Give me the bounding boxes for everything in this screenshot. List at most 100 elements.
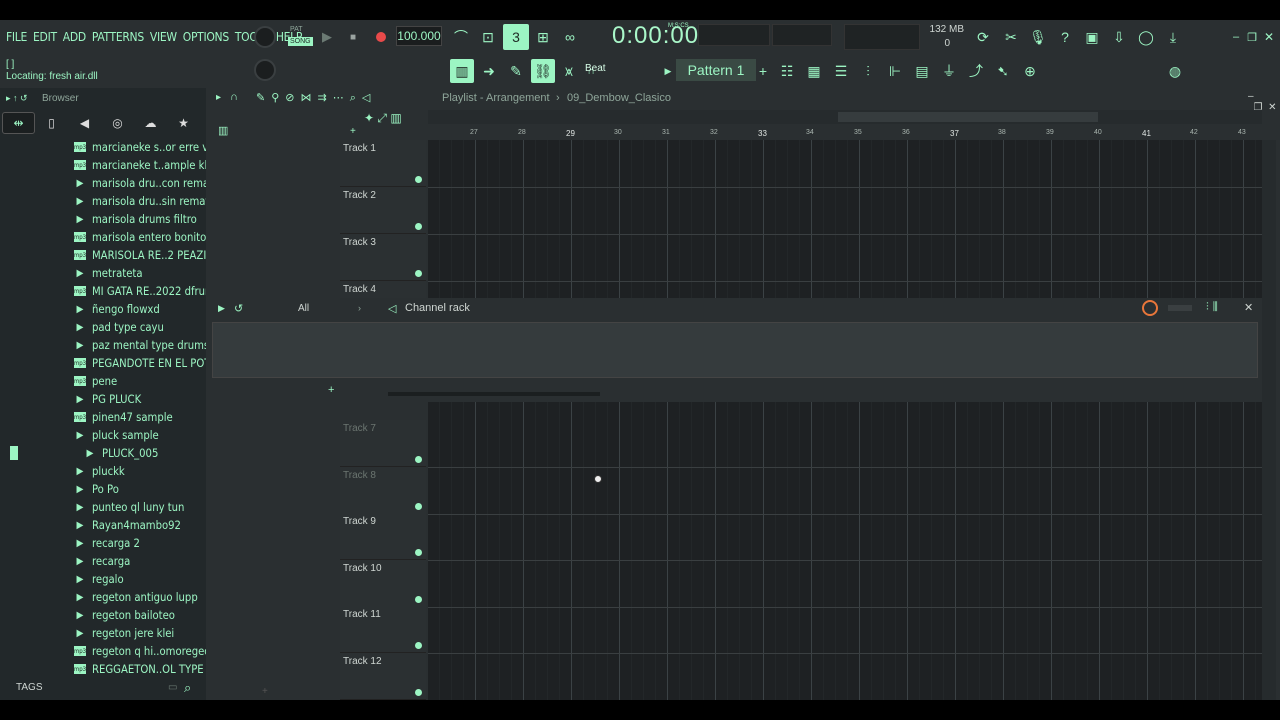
channel-rack-icon[interactable]: ☰ xyxy=(830,60,852,82)
swing-slider[interactable] xyxy=(1168,305,1192,311)
track-mute-led[interactable] xyxy=(415,502,422,510)
menu-view[interactable]: VIEW xyxy=(150,30,177,44)
master-volume-knob[interactable] xyxy=(254,26,276,48)
snap-selector[interactable]: Beat xyxy=(585,63,606,74)
tempo-display[interactable]: 100.000 xyxy=(396,26,442,46)
list-item[interactable]: mp3 marisola entero bonito xyxy=(74,228,206,246)
list-item[interactable]: mp3 regeton q hi..omoregeotn xyxy=(74,642,206,660)
track-header[interactable]: Track 10 xyxy=(340,559,426,607)
channel-undo-icon[interactable]: ↺ xyxy=(234,302,243,315)
save-icon[interactable]: ▣ xyxy=(1081,26,1103,48)
list-item[interactable]: ▶ marisola drums filtro xyxy=(74,210,206,228)
list-item[interactable]: ▶ PLUCK_005 xyxy=(74,444,206,462)
magnet-icon[interactable]: ∩ xyxy=(230,91,238,103)
folder-icon[interactable]: ▭ xyxy=(168,682,177,693)
shop-icon[interactable]: ⊕ xyxy=(1019,60,1041,82)
track-header[interactable]: Track 9 xyxy=(340,513,426,561)
wait-icon[interactable]: ⊡ xyxy=(477,26,499,48)
list-item[interactable]: mp3 marcianeke t..ample kl xd xyxy=(74,156,206,174)
track-mute-led[interactable] xyxy=(415,642,422,650)
track-mute-led[interactable] xyxy=(415,223,422,230)
files-tab-icon[interactable]: ▯ xyxy=(35,112,68,134)
pencil-icon[interactable]: ✎ xyxy=(505,60,527,82)
track-header[interactable]: Track 12 xyxy=(340,653,426,700)
pattern-arrow-icon[interactable]: ▶ xyxy=(662,60,674,82)
list-item[interactable]: ▶ PG PLUCK xyxy=(74,390,206,408)
tags-label[interactable]: TAGS xyxy=(16,682,42,693)
add-channel-icon[interactable]: + xyxy=(328,384,334,396)
add-pattern-icon[interactable]: + xyxy=(756,60,770,82)
track-mute-led[interactable] xyxy=(415,270,422,277)
channel-menu-arrow-icon[interactable]: ▶ xyxy=(218,303,225,314)
plugin-picker-icon[interactable]: ⤴ xyxy=(965,60,987,82)
project-icon[interactable]: ▤ xyxy=(911,60,933,82)
speaker-tab-icon[interactable]: ◀ xyxy=(68,112,101,134)
pattern-picker-icon[interactable]: ▥ xyxy=(218,124,228,137)
list-item[interactable]: mp3 pene xyxy=(74,372,206,390)
list-item[interactable]: mp3 REGGAETON..OL TYPE 22 xyxy=(74,660,206,678)
list-item[interactable]: ▶ ñengo flowxd xyxy=(74,300,206,318)
arrow-right-icon[interactable]: ➜ xyxy=(478,60,500,82)
track-header[interactable]: Track 8 xyxy=(340,466,426,514)
browser-title[interactable]: Browser xyxy=(42,93,79,104)
list-item[interactable]: ▶ marisola dru..con remate xyxy=(74,174,206,192)
close-icon[interactable]: ✕ xyxy=(1258,26,1280,48)
list-item[interactable]: ▶ regalo xyxy=(74,570,206,588)
plugin-icon[interactable]: ⏚ xyxy=(938,60,960,82)
menu-add[interactable]: ADD xyxy=(63,30,86,44)
pattern-selector[interactable]: Pattern 1 xyxy=(676,59,756,81)
undo-icon[interactable]: ⟳ xyxy=(972,26,994,48)
channel-scroll-bar[interactable] xyxy=(388,392,600,396)
metronome-icon[interactable]: ⌒ xyxy=(450,26,472,48)
list-item[interactable]: ▶ Rayan4mambo92 xyxy=(74,516,206,534)
browser-selection-marker[interactable] xyxy=(10,446,18,460)
track-header[interactable]: Track 3 xyxy=(340,234,426,281)
list-item[interactable]: mp3 MARISOLA RE..2 PEAZITO xyxy=(74,246,206,264)
piano-roll-icon[interactable]: ▥ xyxy=(450,59,474,83)
graph-editor-icons[interactable]: ⫶⫼ xyxy=(1206,301,1222,314)
mixer-icon[interactable]: ⫶ xyxy=(857,60,879,82)
track-header[interactable]: Track 11 xyxy=(340,606,426,654)
help-icon[interactable]: ? xyxy=(1054,26,1076,48)
channel-filter[interactable]: All xyxy=(298,303,309,314)
playlist-icon[interactable]: ☷ xyxy=(776,60,798,82)
cut-icon[interactable]: ✂ xyxy=(1000,26,1022,48)
list-item[interactable]: ▶ recarga 2 xyxy=(74,534,206,552)
list-item[interactable]: ▶ punteo ql luny tun xyxy=(74,498,206,516)
piano-roll-window-icon[interactable]: ▦ xyxy=(803,60,825,82)
track-mute-led[interactable] xyxy=(415,456,422,463)
horizontal-scrollbar[interactable] xyxy=(428,110,1262,124)
list-item[interactable]: mp3 MI GATA RE..2022 dfrum xyxy=(74,282,206,300)
master-pitch-knob[interactable] xyxy=(254,59,276,81)
step-edit-icon[interactable]: ⊞ xyxy=(532,26,554,48)
track-header[interactable]: Track 7 xyxy=(340,420,426,467)
scrollbar-thumb[interactable] xyxy=(838,112,1098,122)
timeline-ruler[interactable]: 27 28 29 30 31 32 33 34 35 36 37 38 39 40 41 42 43 xyxy=(428,128,1262,140)
track-mute-led[interactable] xyxy=(415,689,422,696)
list-item[interactable]: ▶ pluck sample xyxy=(74,426,206,444)
song-mode-button[interactable]: SONG xyxy=(288,37,313,46)
playlist-grid[interactable] xyxy=(428,140,1262,700)
swing-knob[interactable] xyxy=(1142,300,1158,316)
stop-icon[interactable]: ■ xyxy=(346,30,360,44)
all-tab-icon[interactable]: ⇹ xyxy=(2,112,35,134)
countdown-icon[interactable]: 3 xyxy=(503,24,529,50)
play-icon[interactable]: ▶ xyxy=(320,29,334,44)
list-item[interactable]: mp3 PEGANDOTE EN EL POTO xyxy=(74,354,206,372)
menu-file[interactable]: FILE xyxy=(6,30,27,44)
track-header[interactable]: Track 2 xyxy=(340,187,426,234)
record-icon[interactable] xyxy=(376,32,386,42)
playlist-tools-icons[interactable]: ✎⚲⊘⋈⇉⋯⌕◁ xyxy=(256,91,376,105)
vertical-scrollbar[interactable] xyxy=(1262,140,1276,700)
download-icon[interactable]: ⤓ xyxy=(1162,26,1184,48)
menu-patterns[interactable]: PATTERNS xyxy=(92,30,144,44)
touch-keyboard-icon[interactable]: ➷ xyxy=(992,60,1014,82)
microphone-icon[interactable]: 🎙 xyxy=(1027,26,1049,48)
add-track-icon[interactable]: + xyxy=(350,126,356,137)
export-icon[interactable]: ⇩ xyxy=(1108,26,1130,48)
list-item[interactable]: ▶ pluckk xyxy=(74,462,206,480)
zoom-icons[interactable]: ✦ ⤢ ▥ xyxy=(364,111,402,126)
list-item[interactable]: ▶ metrateta xyxy=(74,264,206,282)
chat-icon[interactable]: ◯ xyxy=(1135,26,1157,48)
list-item[interactable]: ▶ regeton jere klei xyxy=(74,624,206,642)
